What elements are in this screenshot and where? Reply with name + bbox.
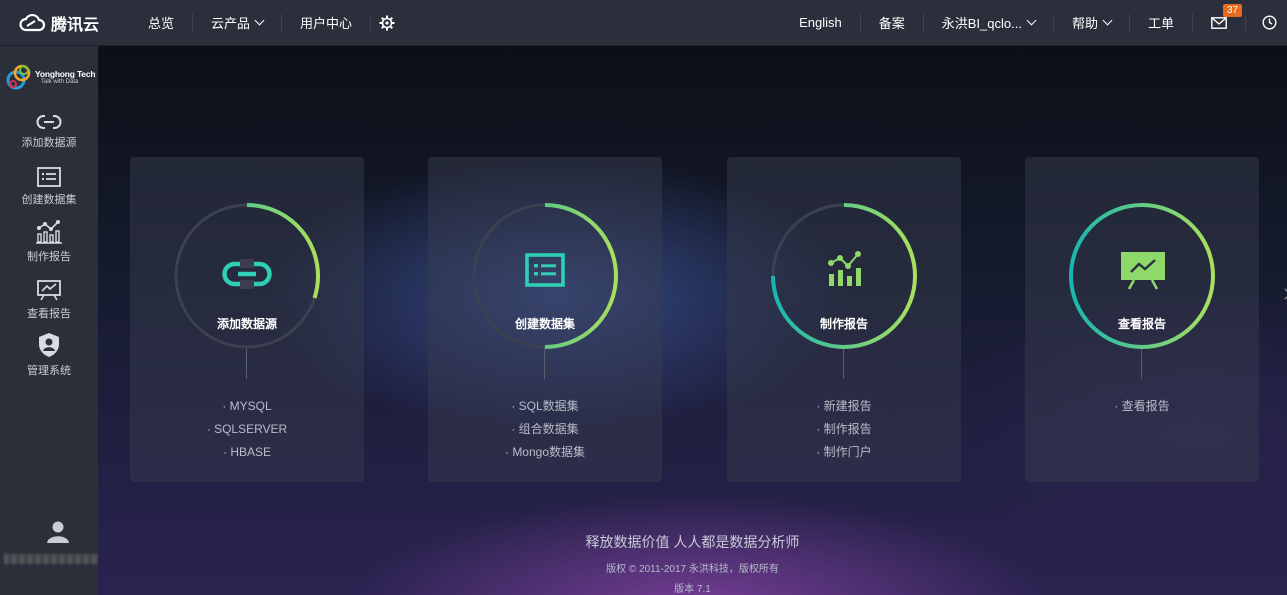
card-link[interactable]: · 查看报告 (1025, 395, 1259, 418)
tencent-cloud-logo[interactable]: 腾讯云 (18, 11, 130, 35)
chart-icon (828, 251, 861, 286)
card-link-list: · SQL数据集 · 组合数据集 · Mongo数据集 (428, 395, 662, 464)
sidebar-item-label: 管理系统 (27, 364, 71, 377)
user-icon (47, 521, 69, 543)
footer-copyright: 版权 © 2011-2017 永洪科技，版权所有 (606, 564, 779, 575)
settings-button[interactable] (379, 15, 395, 31)
link-icon (222, 259, 272, 289)
sidebar-item-view-report[interactable]: 查看报告 (0, 269, 98, 326)
brand-tagline: Talk with Data (41, 79, 79, 85)
card-link-list: · 新建报告 · 制作报告 · 制作门户 (727, 395, 961, 464)
language-label: English (799, 15, 842, 30)
card-title: 查看报告 (1117, 317, 1166, 331)
card-link[interactable]: · SQL数据集 (428, 395, 662, 418)
account-menu[interactable]: 永洪BI_qclo... (924, 13, 1054, 32)
card-link[interactable]: · 制作门户 (727, 441, 961, 464)
sidebar-item-label: 制作报告 (27, 250, 71, 263)
link-icon (36, 113, 62, 130)
brand-title: Yonghong Tech (35, 69, 96, 79)
card-create-dataset[interactable]: 创建数据集 · SQL数据集 · 组合数据集 · Mongo数据集 (428, 157, 662, 482)
history-button[interactable] (1246, 15, 1287, 30)
card-link[interactable]: · HBASE (130, 441, 364, 464)
help-label: 帮助 (1071, 16, 1098, 31)
ticket-link[interactable]: 工单 (1130, 13, 1193, 32)
yonghong-logo: Yonghong Tech Talk with Data (0, 46, 98, 98)
shield-user-icon (39, 332, 59, 357)
card-make-report[interactable]: 制作报告 · 新建报告 · 制作报告 · 制作门户 (727, 157, 961, 482)
language-switch[interactable]: English (781, 13, 861, 32)
blurred-username (4, 554, 100, 564)
dataset-icon (37, 166, 61, 187)
gear-icon (379, 15, 395, 30)
card-add-datasource[interactable]: 添加数据源 · MYSQL · SQLSERVER · HBASE (130, 157, 364, 482)
main-content: 添加数据源 · MYSQL · SQLSERVER · HBASE 创建数据集 … (98, 46, 1287, 595)
nav-record[interactable]: 备案 (861, 13, 924, 32)
card-title: 创建数据集 (514, 317, 575, 331)
cloud-logo-icon (19, 13, 46, 31)
user-avatar-button[interactable] (46, 520, 70, 549)
sidebar-item-create-dataset[interactable]: 创建数据集 (0, 155, 98, 212)
record-label: 备案 (878, 16, 905, 31)
card-link[interactable]: · 制作报告 (727, 418, 961, 441)
nav-user-center[interactable]: 用户中心 (282, 13, 372, 32)
sidebar: Yonghong Tech Talk with Data 添加数据源 创建数据集 (0, 46, 100, 595)
card-link[interactable]: · SQLSERVER (130, 418, 364, 441)
card-link[interactable]: · 组合数据集 (428, 418, 662, 441)
card-link[interactable]: · MYSQL (130, 395, 364, 418)
card-connector-line (544, 349, 545, 379)
card-title: 添加数据源 (216, 317, 277, 331)
account-name: 永洪BI_qclo... (941, 16, 1022, 31)
sidebar-item-add-datasource[interactable]: 添加数据源 (0, 98, 98, 155)
chevron-right-icon[interactable] (1279, 288, 1287, 300)
chevron-down-icon (1102, 15, 1113, 26)
chevron-down-icon (254, 15, 265, 26)
mail-icon (1211, 16, 1227, 29)
card-view-report[interactable]: 查看报告 · 查看报告 (1025, 157, 1259, 482)
card-link[interactable]: · 新建报告 (727, 395, 961, 418)
presentation-icon (1121, 252, 1165, 290)
nav-cloud-products-label: 云产品 (211, 16, 251, 31)
presentation-icon (37, 279, 61, 300)
help-menu[interactable]: 帮助 (1054, 13, 1130, 32)
footer-slogan: 释放数据价值 人人都是数据分析师 (585, 534, 800, 550)
card-title: 制作报告 (819, 317, 868, 331)
unread-count-badge: 37 (1223, 3, 1243, 17)
footer-version: 版本 7.1 (674, 584, 711, 595)
card-connector-line (843, 349, 844, 379)
card-link-list: · 查看报告 (1025, 395, 1259, 418)
clock-icon (1262, 15, 1277, 30)
dataset-icon (525, 253, 565, 287)
sidebar-item-admin[interactable]: 管理系统 (0, 326, 98, 383)
card-connector-line (1141, 349, 1142, 379)
chart-icon (36, 219, 62, 244)
nav-overview[interactable]: 总览 (130, 13, 194, 32)
brand-name: 腾讯云 (51, 16, 100, 34)
sidebar-item-make-report[interactable]: 制作报告 (0, 212, 98, 269)
card-connector-line (246, 349, 247, 379)
messages-button[interactable]: 37 (1193, 3, 1246, 32)
ticket-label: 工单 (1147, 16, 1174, 31)
card-link-list: · MYSQL · SQLSERVER · HBASE (130, 395, 364, 464)
nav-cloud-products[interactable]: 云产品 (193, 13, 283, 32)
top-navigation-bar: 腾讯云 总览 云产品 用户中心 English 备案 永洪BI_qclo... … (0, 0, 1287, 46)
card-link[interactable]: · Mongo数据集 (428, 441, 662, 464)
nav-user-center-label: 用户中心 (300, 16, 353, 31)
yonghong-logo-icon (6, 64, 31, 90)
nav-overview-label: 总览 (148, 16, 175, 31)
sidebar-item-label: 添加数据源 (21, 136, 77, 149)
sidebar-item-label: 创建数据集 (21, 193, 77, 206)
chevron-down-icon (1026, 15, 1037, 26)
sidebar-item-label: 查看报告 (27, 307, 71, 320)
